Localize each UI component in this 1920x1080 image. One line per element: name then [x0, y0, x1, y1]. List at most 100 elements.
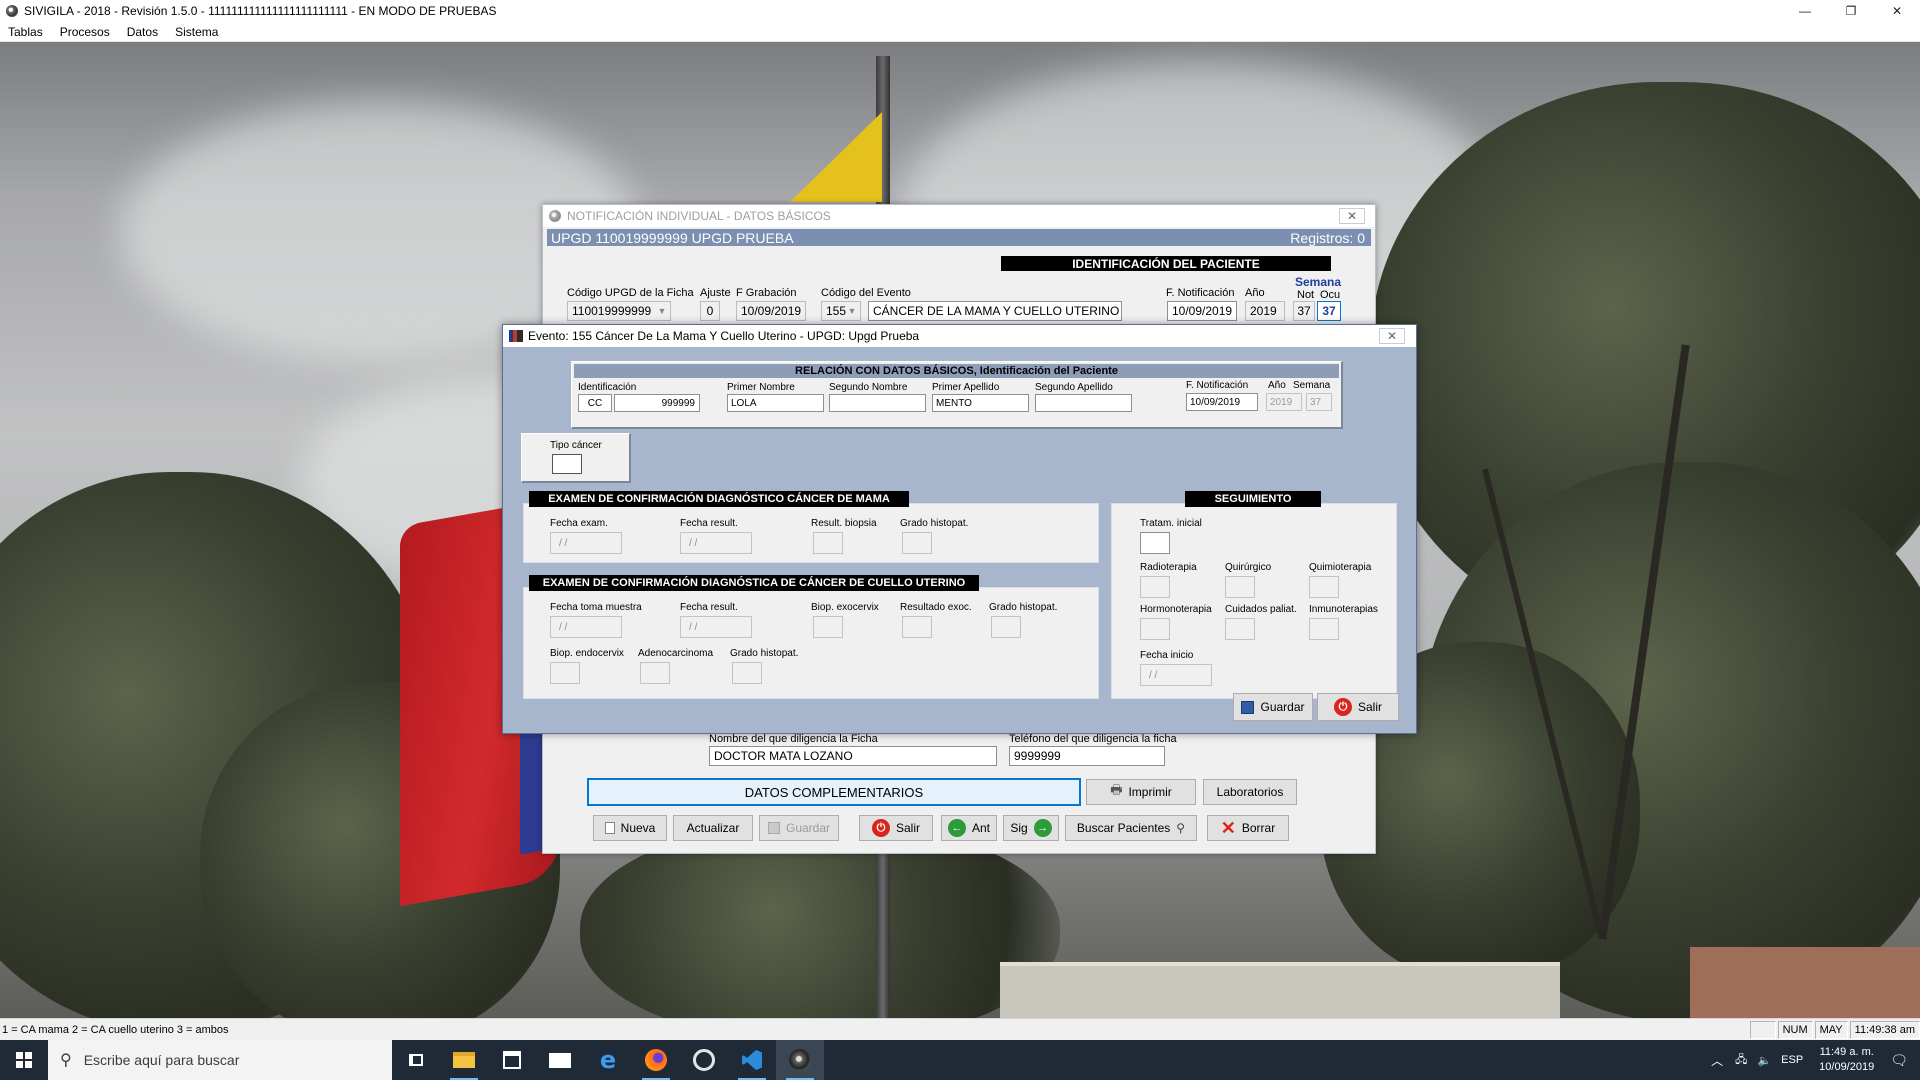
- edge-browser-icon[interactable]: e: [584, 1040, 632, 1080]
- tipo-cancer-field[interactable]: [552, 454, 582, 474]
- identificacion-label: Identificación: [578, 382, 637, 393]
- nombre-diligencia-field[interactable]: DOCTOR MATA LOZANO: [709, 746, 997, 766]
- radioterapia-label: Radioterapia: [1140, 562, 1197, 573]
- fecha-inicio-field[interactable]: / /: [1140, 664, 1212, 686]
- codigo-upgd-combo[interactable]: 110019999999 ▼: [567, 301, 671, 321]
- menu-procesos[interactable]: Procesos: [60, 25, 110, 39]
- flag-yellow: [790, 112, 882, 202]
- biop-endocervix-label: Biop. endocervix: [550, 648, 624, 659]
- close-button[interactable]: ✕: [1874, 0, 1920, 22]
- upgd-label: UPGD 110019999999 UPGD PRUEBA: [551, 229, 794, 246]
- task-view-icon[interactable]: [392, 1040, 440, 1080]
- quimioterapia-field[interactable]: [1309, 576, 1339, 598]
- borrar-button[interactable]: ✕ Borrar: [1207, 815, 1289, 841]
- siguiente-button[interactable]: Sig →: [1003, 815, 1059, 841]
- cuello-fecha-result-field[interactable]: / /: [680, 616, 752, 638]
- taskbar-clock[interactable]: 11:49 a. m. 10/09/2019: [1819, 1045, 1874, 1075]
- segundo-nombre-field[interactable]: [829, 394, 926, 412]
- adenocarcinoma-field[interactable]: [640, 662, 670, 684]
- tratam-inicial-field[interactable]: [1140, 532, 1170, 554]
- clock-time: 11:49 a. m.: [1819, 1046, 1874, 1058]
- result-biopsia-label: Result. biopsia: [811, 518, 877, 529]
- mail-icon[interactable]: [536, 1040, 584, 1080]
- language-indicator[interactable]: ESP: [1781, 1054, 1803, 1066]
- resultado-exoc-label: Resultado exoc.: [900, 602, 972, 613]
- front-guardar-button[interactable]: Guardar: [1233, 693, 1313, 721]
- semana-not-field[interactable]: 37: [1293, 301, 1315, 321]
- anio-field[interactable]: 2019: [1245, 301, 1285, 321]
- imprimir-button[interactable]: 🖶 Imprimir: [1086, 779, 1196, 805]
- tipo-id-field[interactable]: CC: [578, 394, 612, 412]
- chevron-up-icon[interactable]: ︿: [1711, 1052, 1723, 1069]
- segundo-apellido-field[interactable]: [1035, 394, 1132, 412]
- quirurgico-field[interactable]: [1225, 576, 1255, 598]
- guardar-button[interactable]: Guardar: [759, 815, 839, 841]
- semana-ocu-field[interactable]: 37: [1317, 301, 1341, 321]
- front-f-notificacion-field[interactable]: 10/09/2019: [1186, 393, 1258, 411]
- ant-label: Ant: [971, 821, 990, 835]
- mama-grado-histopat-field[interactable]: [902, 532, 932, 554]
- ajuste-field[interactable]: 0: [700, 301, 720, 321]
- firefox-icon[interactable]: [632, 1040, 680, 1080]
- sivigila-logo-icon: [6, 5, 18, 17]
- status-help-text: 1 = CA mama 2 = CA cuello uterino 3 = am…: [2, 1023, 229, 1036]
- mama-fecha-exam-label: Fecha exam.: [550, 518, 608, 529]
- vscode-icon[interactable]: [728, 1040, 776, 1080]
- cuidados-paliat-field[interactable]: [1225, 618, 1255, 640]
- cuello-grado-histopat-2-field[interactable]: [732, 662, 762, 684]
- telefono-diligencia-field[interactable]: 9999999: [1009, 746, 1165, 766]
- primer-nombre-field[interactable]: LOLA: [727, 394, 824, 412]
- laboratorios-button[interactable]: Laboratorios: [1203, 779, 1297, 805]
- front-anio-field[interactable]: 2019: [1266, 393, 1302, 411]
- taskbar-search[interactable]: ⚲ Escribe aquí para buscar: [48, 1040, 392, 1080]
- store-icon[interactable]: [488, 1040, 536, 1080]
- borrar-label: Borrar: [1241, 821, 1276, 835]
- back-dialog-close-button[interactable]: ✕: [1339, 208, 1365, 224]
- restore-button[interactable]: ❐: [1828, 0, 1874, 22]
- tipo-cancer-label: Tipo cáncer: [550, 440, 602, 451]
- window-controls: — ❐ ✕: [1782, 0, 1920, 22]
- notifications-icon[interactable]: 🗨: [1890, 1052, 1908, 1069]
- volume-icon[interactable]: 🔈: [1757, 1054, 1771, 1067]
- primer-apellido-field[interactable]: MENTO: [932, 394, 1029, 412]
- hormonoterapia-field[interactable]: [1140, 618, 1170, 640]
- nueva-button[interactable]: Nueva: [593, 815, 667, 841]
- numero-id-field[interactable]: 999999: [614, 394, 700, 412]
- front-dialog-close-button[interactable]: ✕: [1379, 328, 1405, 344]
- mama-fecha-result-field[interactable]: / /: [680, 532, 752, 554]
- sivigila-taskbar-icon[interactable]: [776, 1040, 824, 1080]
- f-notificacion-field[interactable]: 10/09/2019: [1167, 301, 1237, 321]
- inmunoterapias-field[interactable]: [1309, 618, 1339, 640]
- result-biopsia-field[interactable]: [813, 532, 843, 554]
- mama-fecha-result-label: Fecha result.: [680, 518, 738, 529]
- front-semana-field[interactable]: 37: [1306, 393, 1332, 411]
- resultado-exoc-field[interactable]: [902, 616, 932, 638]
- actualizar-button[interactable]: Actualizar: [673, 815, 753, 841]
- codigo-evento-combo[interactable]: 155 ▼: [821, 301, 861, 321]
- mama-fecha-exam-field[interactable]: / /: [550, 532, 622, 554]
- datos-complementarios-button[interactable]: DATOS COMPLEMENTARIOS: [587, 778, 1081, 806]
- biop-exocervix-field[interactable]: [813, 616, 843, 638]
- anterior-button[interactable]: ← Ant: [941, 815, 997, 841]
- start-button[interactable]: [0, 1040, 48, 1080]
- biop-endocervix-field[interactable]: [550, 662, 580, 684]
- menu-datos[interactable]: Datos: [127, 25, 158, 39]
- cuello-grado-histopat-1-field[interactable]: [991, 616, 1021, 638]
- radioterapia-field[interactable]: [1140, 576, 1170, 598]
- buscar-pacientes-button[interactable]: Buscar Pacientes ⚲: [1065, 815, 1197, 841]
- network-icon[interactable]: 🖧: [1735, 1051, 1747, 1070]
- file-explorer-icon[interactable]: [440, 1040, 488, 1080]
- front-salir-button[interactable]: ⏻ Salir: [1317, 693, 1399, 721]
- menu-tablas[interactable]: Tablas: [8, 25, 43, 39]
- salir-button[interactable]: ⏻ Salir: [859, 815, 933, 841]
- minimize-button[interactable]: —: [1782, 0, 1828, 22]
- clock-date: 10/09/2019: [1819, 1061, 1875, 1073]
- quirurgico-label: Quirúrgico: [1225, 562, 1272, 573]
- app-snippet-icon[interactable]: [680, 1040, 728, 1080]
- f-grabacion-field[interactable]: 10/09/2019: [736, 301, 806, 321]
- fecha-toma-muestra-field[interactable]: / /: [550, 616, 622, 638]
- ajuste-label: Ajuste: [700, 287, 731, 299]
- menu-sistema[interactable]: Sistema: [175, 25, 218, 39]
- identificacion-paciente-header: IDENTIFICACIÓN DEL PACIENTE: [1001, 256, 1331, 271]
- evento-nombre-field[interactable]: CÁNCER DE LA MAMA Y CUELLO UTERINO: [868, 301, 1122, 321]
